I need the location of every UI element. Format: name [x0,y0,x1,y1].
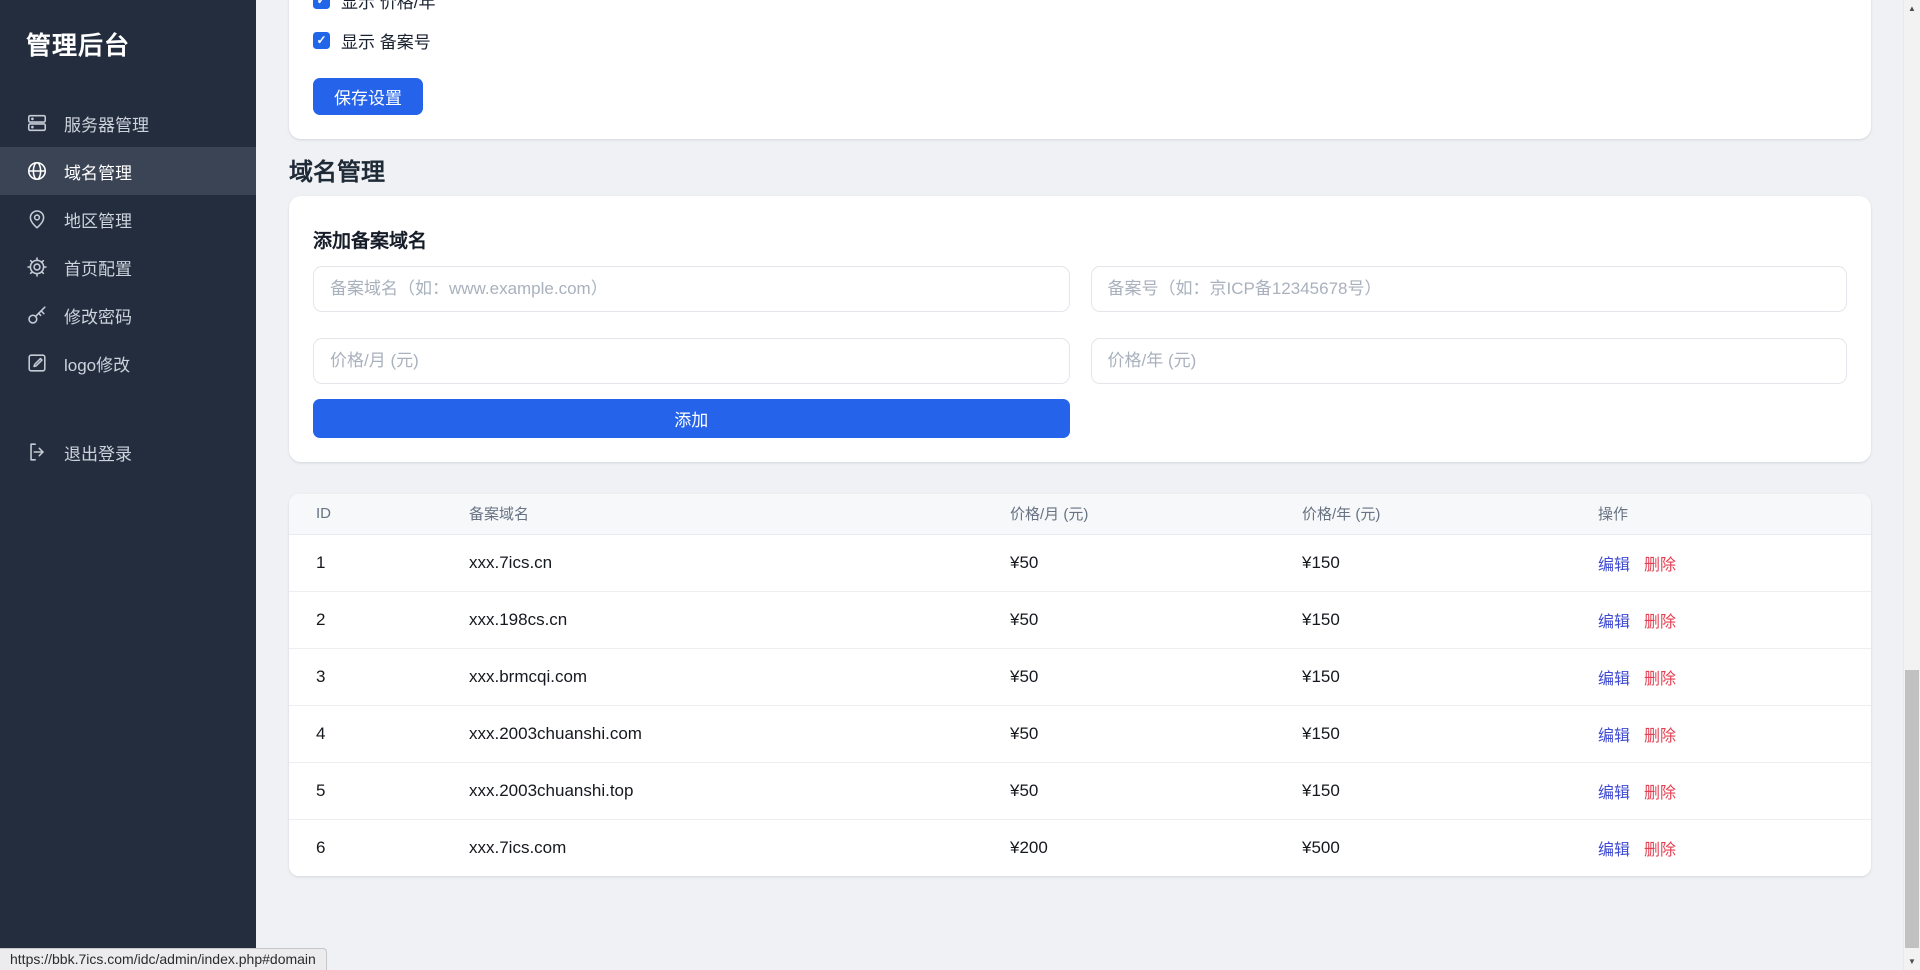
domains-table-card: ID 备案域名 价格/月 (元) 价格/年 (元) 操作 1 xxx.7ics.… [289,494,1871,876]
sidebar-item-label: 首页配置 [64,255,132,280]
cell-domain: xxx.7ics.cn [469,534,1010,591]
table-row: 3 xxx.brmcqi.com ¥50 ¥150 编辑删除 [289,648,1871,705]
column-header-id: ID [289,494,469,534]
scroll-down-arrow-icon[interactable] [1904,953,1920,970]
cell-price-year: ¥500 [1302,819,1598,876]
sidebar-item-label: 地区管理 [64,207,132,232]
table-row: 5 xxx.2003chuanshi.top ¥50 ¥150 编辑删除 [289,762,1871,819]
edit-link[interactable]: 编辑 [1598,614,1630,631]
edit-link[interactable]: 编辑 [1598,728,1630,745]
cell-price-month: ¥50 [1010,591,1302,648]
sidebar-item-change-password[interactable]: 修改密码 [0,291,256,339]
checkbox-label: 显示 备案号 [341,28,431,53]
add-domain-card: 添加备案域名 添加 [289,196,1871,462]
cell-id: 5 [289,762,469,819]
app-title: 管理后台 [0,0,256,58]
scroll-up-arrow-icon[interactable] [1904,0,1920,17]
sidebar-item-label: 修改密码 [64,303,132,328]
edit-link[interactable]: 编辑 [1598,785,1630,802]
edit-link[interactable]: 编辑 [1598,671,1630,688]
gear-icon [26,256,48,278]
cell-price-month: ¥50 [1010,762,1302,819]
main-content: 显示 价格/年 显示 备案号 保存设置 域名管理 添加备案域名 添加 ID [256,0,1903,970]
checkbox-checked-icon[interactable] [313,0,330,9]
show-price-year-row: 显示 价格/年 [313,0,1847,14]
cell-price-month: ¥50 [1010,648,1302,705]
table-row: 4 xxx.2003chuanshi.com ¥50 ¥150 编辑删除 [289,705,1871,762]
sidebar: 管理后台 服务器管理 域名管理 [0,0,256,970]
cell-id: 2 [289,591,469,648]
add-domain-form [313,266,1847,384]
map-pin-icon [26,208,48,230]
delete-link[interactable]: 删除 [1644,671,1676,688]
sidebar-item-label: 服务器管理 [64,111,149,136]
delete-link[interactable]: 删除 [1644,557,1676,574]
delete-link[interactable]: 删除 [1644,728,1676,745]
scrollbar-thumb[interactable] [1905,670,1919,948]
sidebar-item-label: 域名管理 [64,159,132,184]
logout-icon [26,441,48,463]
domains-table: ID 备案域名 价格/月 (元) 价格/年 (元) 操作 1 xxx.7ics.… [289,494,1871,876]
price-year-input[interactable] [1091,338,1848,384]
cell-price-year: ¥150 [1302,705,1598,762]
cell-domain: xxx.brmcqi.com [469,648,1010,705]
sidebar-item-servers[interactable]: 服务器管理 [0,99,256,147]
server-icon [26,112,48,134]
vertical-scrollbar[interactable] [1903,0,1920,970]
link-preview-status-bar: https://bbk.7ics.com/idc/admin/index.php… [0,948,327,970]
cell-id: 6 [289,819,469,876]
icp-number-input[interactable] [1091,266,1848,312]
cell-price-year: ¥150 [1302,534,1598,591]
cell-domain: xxx.198cs.cn [469,591,1010,648]
cell-price-month: ¥50 [1010,705,1302,762]
add-domain-button[interactable]: 添加 [313,399,1070,438]
domain-input[interactable] [313,266,1070,312]
sidebar-item-label: logo修改 [64,351,130,376]
sidebar-item-logo-edit[interactable]: logo修改 [0,339,256,387]
checkbox-label: 显示 价格/年 [341,0,435,13]
checkbox-checked-icon[interactable] [313,32,330,49]
edit-link[interactable]: 编辑 [1598,842,1630,859]
cell-id: 3 [289,648,469,705]
cell-price-year: ¥150 [1302,591,1598,648]
price-month-input[interactable] [313,338,1070,384]
sidebar-nav: 服务器管理 域名管理 地区管理 [0,99,256,476]
table-header-row: ID 备案域名 价格/月 (元) 价格/年 (元) 操作 [289,494,1871,534]
table-row: 2 xxx.198cs.cn ¥50 ¥150 编辑删除 [289,591,1871,648]
edit-icon [26,352,48,374]
table-row: 1 xxx.7ics.cn ¥50 ¥150 编辑删除 [289,534,1871,591]
column-header-price-year: 价格/年 (元) [1302,494,1598,534]
cell-domain: xxx.7ics.com [469,819,1010,876]
cell-price-year: ¥150 [1302,762,1598,819]
sidebar-item-homepage-config[interactable]: 首页配置 [0,243,256,291]
page-title: 域名管理 [289,155,1871,196]
cell-id: 4 [289,705,469,762]
globe-icon [26,160,48,182]
cell-domain: xxx.2003chuanshi.com [469,705,1010,762]
edit-link[interactable]: 编辑 [1598,557,1630,574]
sidebar-item-label: 退出登录 [64,440,132,465]
save-settings-button[interactable]: 保存设置 [313,78,423,115]
key-icon [26,304,48,326]
column-header-price-month: 价格/月 (元) [1010,494,1302,534]
delete-link[interactable]: 删除 [1644,785,1676,802]
column-header-domain: 备案域名 [469,494,1010,534]
column-header-actions: 操作 [1598,494,1871,534]
add-domain-heading: 添加备案域名 [313,226,1847,249]
table-row: 6 xxx.7ics.com ¥200 ¥500 编辑删除 [289,819,1871,876]
cell-domain: xxx.2003chuanshi.top [469,762,1010,819]
show-icp-number-row: 显示 备案号 [313,26,1847,54]
sidebar-item-regions[interactable]: 地区管理 [0,195,256,243]
delete-link[interactable]: 删除 [1644,614,1676,631]
display-settings-card: 显示 价格/年 显示 备案号 保存设置 [289,0,1871,139]
sidebar-item-domains[interactable]: 域名管理 [0,147,256,195]
cell-price-month: ¥200 [1010,819,1302,876]
sidebar-item-logout[interactable]: 退出登录 [0,428,256,476]
cell-price-month: ¥50 [1010,534,1302,591]
cell-id: 1 [289,534,469,591]
cell-price-year: ¥150 [1302,648,1598,705]
delete-link[interactable]: 删除 [1644,842,1676,859]
